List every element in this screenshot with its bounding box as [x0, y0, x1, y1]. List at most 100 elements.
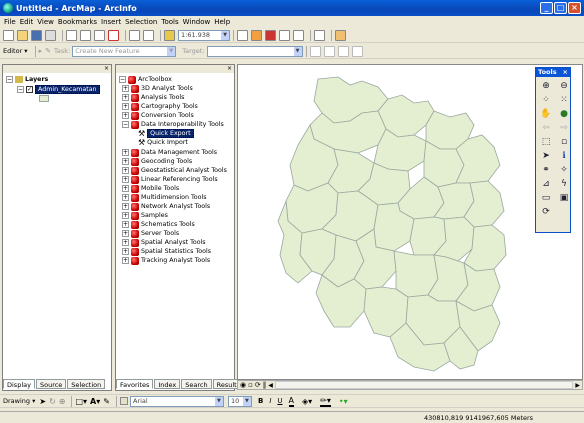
pause-drawing-icon[interactable]: ‖ — [263, 381, 267, 389]
expand-icon[interactable]: + — [122, 248, 129, 255]
zoom-whole-page-icon[interactable]: ⊕ — [59, 397, 66, 406]
toolbox-item[interactable]: + Samples — [122, 211, 168, 220]
map-view[interactable] — [237, 64, 583, 380]
toolbox-item[interactable]: + Spatial Analyst Tools — [122, 238, 206, 247]
italic-button[interactable]: I — [269, 397, 271, 405]
layers-node[interactable]: − Layers — [6, 75, 48, 84]
collapse-icon[interactable]: − — [122, 121, 129, 128]
new-text-icon[interactable]: A▾ — [90, 397, 100, 406]
expand-icon[interactable]: + — [122, 185, 129, 192]
layer-symbol-swatch[interactable] — [39, 95, 49, 102]
expand-icon[interactable]: + — [122, 257, 129, 264]
full-extent-icon[interactable]: ● — [557, 108, 571, 120]
new-icon[interactable] — [3, 30, 14, 41]
cut-icon[interactable] — [66, 30, 77, 41]
horizontal-scrollbar-track[interactable] — [274, 381, 574, 389]
bold-button[interactable]: B — [258, 397, 263, 405]
toolbox-item[interactable]: + Cartography Tools — [122, 102, 198, 111]
toolbox-item[interactable]: + Mobile Tools — [122, 184, 179, 193]
maximize-button[interactable]: □ — [554, 2, 567, 14]
attributes-icon[interactable] — [337, 45, 349, 57]
html-popup-icon[interactable]: ▭ — [539, 192, 553, 204]
menu-insert[interactable]: Insert — [101, 18, 121, 26]
refresh-icon[interactable]: ⟳ — [539, 206, 553, 218]
font-combo[interactable]: Arial ▼ — [129, 395, 224, 407]
delete-icon[interactable] — [108, 30, 119, 41]
toolbox-item[interactable]: + Multidimension Tools — [122, 193, 207, 202]
tool-quick-export[interactable]: ⚒ Quick Export — [138, 129, 194, 138]
find-icon[interactable]: ⚭ — [539, 164, 553, 176]
toolbox-item[interactable]: + Server Tools — [122, 229, 179, 238]
tab-selection[interactable]: Selection — [67, 379, 106, 389]
arctoolbox-root[interactable]: − ArcToolbox — [119, 75, 172, 84]
toolbox-item[interactable]: + Data Management Tools — [122, 148, 217, 157]
layer-node[interactable]: − ✓ Admin_Kecamatan — [17, 85, 100, 94]
expand-icon[interactable]: + — [122, 103, 129, 110]
collapse-icon[interactable]: − — [119, 76, 126, 83]
refresh-view-icon[interactable]: ⟳ — [255, 381, 261, 389]
toolbox-item[interactable]: − Data Interoperability Tools — [122, 120, 224, 129]
font-size-combo[interactable]: 10 ▼ — [227, 395, 252, 407]
toolbox-item[interactable]: + Linear Referencing Tools — [122, 175, 218, 184]
drawing-menu[interactable]: Drawing ▾ — [3, 397, 35, 405]
open-icon[interactable] — [17, 30, 28, 41]
arccatalog-icon[interactable] — [251, 30, 262, 41]
fixed-zoom-out-icon[interactable]: ⁙ — [557, 94, 571, 106]
minimize-button[interactable]: _ — [540, 2, 553, 14]
toolbox-item[interactable]: + Spatial Statistics Tools — [122, 247, 211, 256]
save-icon[interactable] — [31, 30, 42, 41]
tools-window-title[interactable]: Tools × — [536, 68, 570, 77]
font-color-button[interactable]: A — [288, 396, 294, 407]
toolbox-item[interactable]: + Geocoding Tools — [122, 157, 192, 166]
paste-icon[interactable] — [94, 30, 105, 41]
whats-this-icon[interactable] — [314, 30, 325, 41]
identify-icon[interactable]: ℹ — [557, 150, 571, 162]
expand-icon[interactable]: + — [122, 194, 129, 201]
select-elements-icon[interactable]: ➤ — [539, 150, 553, 162]
model-builder-icon[interactable] — [293, 30, 304, 41]
menu-help[interactable]: Help — [214, 18, 230, 26]
command-line-icon[interactable] — [279, 30, 290, 41]
rotate-icon[interactable]: ↻ — [49, 397, 56, 406]
tab-search[interactable]: Search — [181, 379, 212, 389]
editor-toolbar-icon[interactable] — [237, 30, 248, 41]
forward-extent-icon[interactable]: ⇨ — [557, 122, 571, 134]
sketch-tool-icon[interactable]: ✎ — [45, 47, 51, 55]
visibility-checkbox[interactable]: ✓ — [26, 86, 33, 93]
line-color-icon[interactable]: ✏▾ — [320, 396, 331, 407]
print-icon[interactable] — [45, 30, 56, 41]
expand-icon[interactable]: + — [122, 94, 129, 101]
select-features-icon[interactable]: ⬚ — [539, 136, 553, 148]
menu-window[interactable]: Window — [183, 18, 211, 26]
expand-icon[interactable]: + — [122, 212, 129, 219]
toolbox-item[interactable]: + Geostatistical Analyst Tools — [122, 166, 227, 175]
fill-color-icon[interactable]: ◈▾ — [302, 397, 312, 406]
tool-quick-import[interactable]: ⚒ Quick Import — [138, 138, 188, 147]
toolbox-item[interactable]: +3D Analyst Tools — [122, 84, 193, 93]
close-button[interactable]: × — [568, 2, 581, 14]
hyperlink-icon[interactable]: ϟ — [557, 178, 571, 190]
redo-icon[interactable] — [143, 30, 154, 41]
scale-combo[interactable]: 1:61.938 ▼ — [178, 30, 230, 41]
target-combo[interactable]: ▼ — [206, 45, 303, 57]
expand-icon[interactable]: + — [122, 221, 129, 228]
time-slider-icon[interactable]: ▣ — [557, 192, 571, 204]
expand-icon[interactable]: + — [122, 112, 129, 119]
arctoolbox-close-button[interactable]: × — [116, 65, 234, 73]
toc-close-button[interactable]: × — [3, 65, 111, 73]
split-tool-icon[interactable] — [309, 45, 321, 57]
scroll-right-icon[interactable]: ▶ — [575, 382, 580, 389]
measure-icon[interactable]: ⊿ — [539, 178, 553, 190]
expand-icon[interactable]: + — [122, 230, 129, 237]
tab-favorites[interactable]: Favorites — [116, 379, 154, 389]
menu-view[interactable]: View — [37, 18, 54, 26]
undo-icon[interactable] — [129, 30, 140, 41]
edit-vertices-icon[interactable]: ✎ — [103, 397, 110, 406]
pan-icon[interactable]: ✋ — [539, 108, 553, 120]
sketch-properties-icon[interactable] — [351, 45, 363, 57]
toolbox-item[interactable]: + Network Analyst Tools — [122, 202, 210, 211]
go-to-xy-icon[interactable]: ✧ — [557, 164, 571, 176]
copy-icon[interactable] — [80, 30, 91, 41]
rectangle-icon[interactable]: □▾ — [75, 397, 87, 406]
tab-source[interactable]: Source — [35, 379, 67, 389]
